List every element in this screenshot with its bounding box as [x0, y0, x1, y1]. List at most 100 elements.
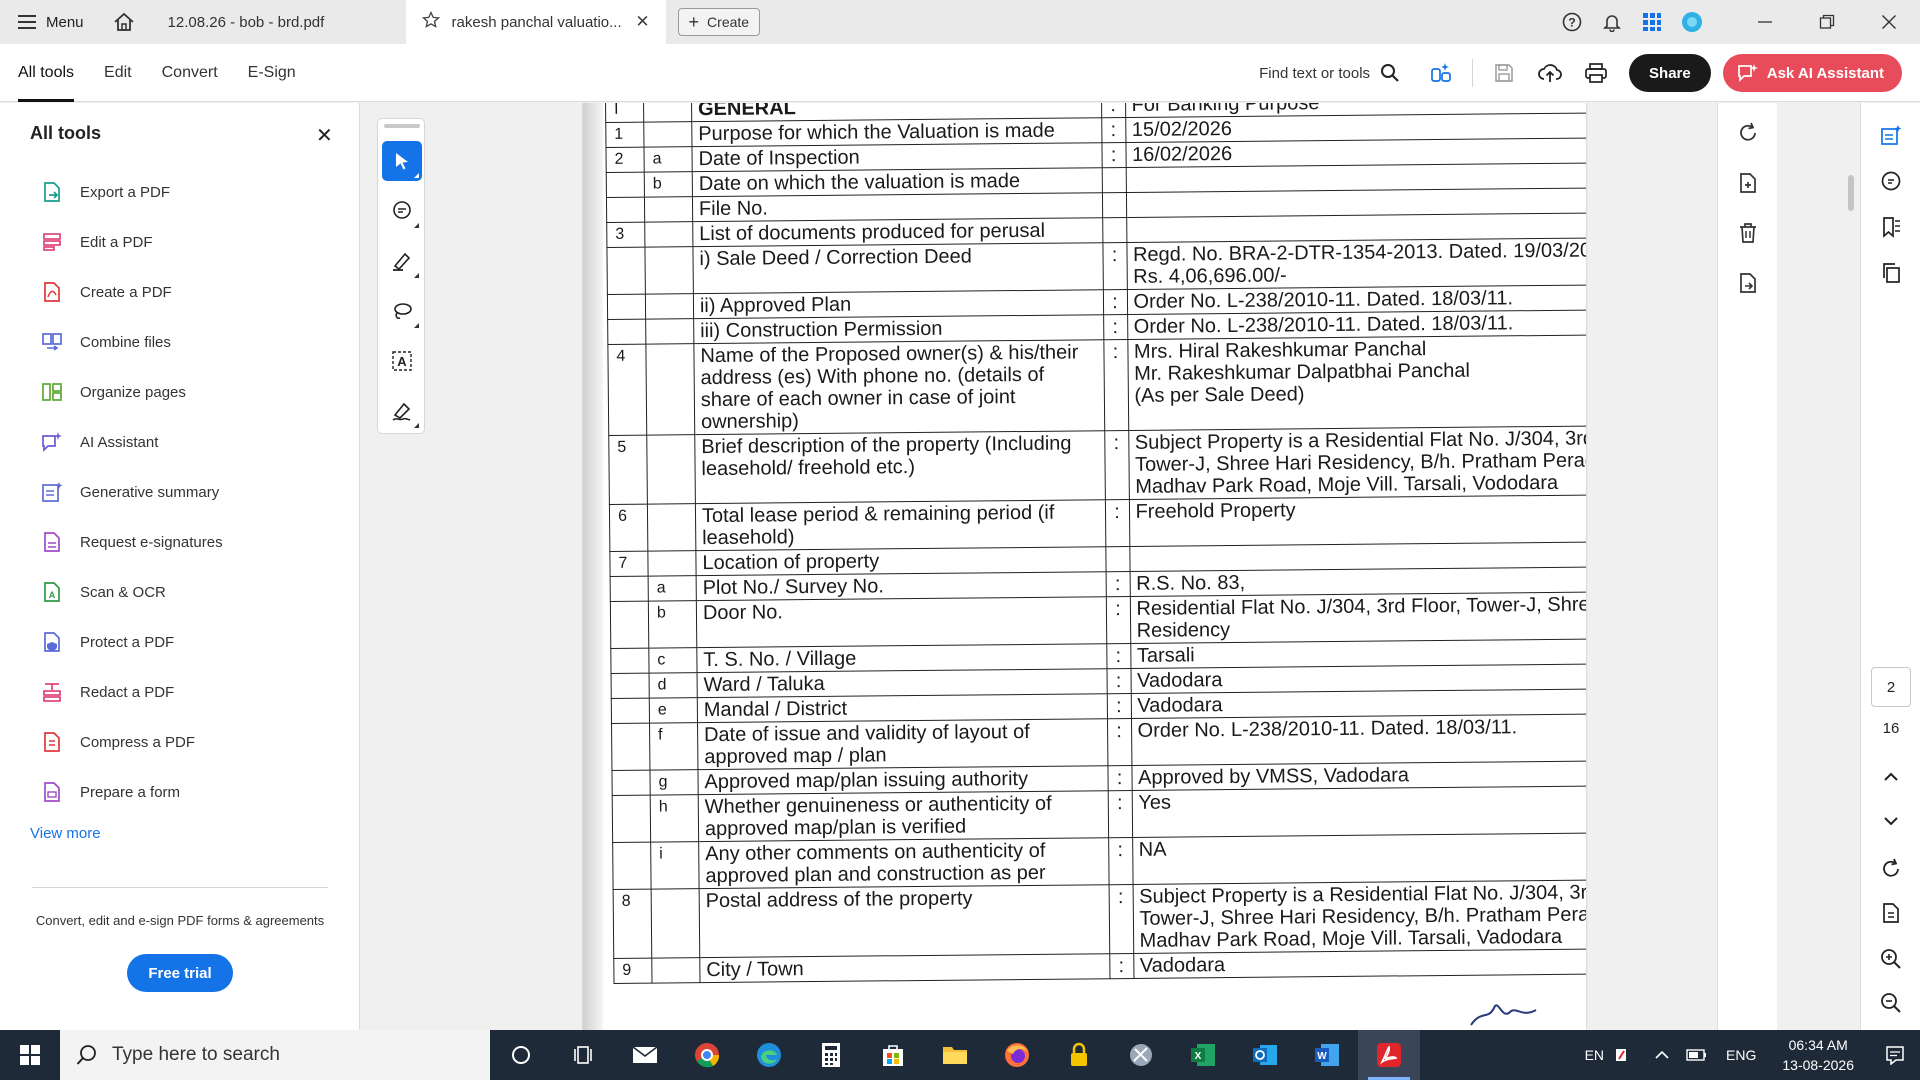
tool-create-pdf[interactable]: Create a PDF [40, 267, 223, 317]
input-language[interactable]: ENG [1726, 1047, 1756, 1063]
ai-tools-button[interactable] [1418, 44, 1464, 102]
extract-page-button[interactable] [1734, 269, 1762, 297]
search-icon [76, 1045, 96, 1065]
excel-app[interactable]: X [1172, 1030, 1234, 1080]
tool-combine-files[interactable]: Combine files [40, 317, 223, 367]
tool-compress-pdf[interactable]: Compress a PDF [40, 717, 223, 767]
help-button[interactable]: ? [1552, 0, 1592, 44]
next-page-button[interactable] [1877, 807, 1905, 835]
highlight-tool-button[interactable] [382, 241, 422, 281]
view-more-link[interactable]: View more [30, 825, 101, 842]
select-tool-button[interactable] [382, 141, 422, 181]
clock[interactable]: 06:34 AM 13-08-2026 [1782, 1035, 1854, 1075]
rail-drag-handle[interactable] [384, 124, 420, 128]
tool-scan-ocr[interactable]: A Scan & OCR [40, 567, 223, 617]
store-app[interactable] [862, 1030, 924, 1080]
tool-generative-summary[interactable]: Generative summary [40, 467, 223, 517]
tab-document-1[interactable]: 12.08.26 - bob - brd.pdf [146, 0, 406, 44]
home-button[interactable] [102, 0, 146, 44]
tab-convert[interactable]: Convert [162, 44, 218, 102]
mail-app[interactable] [614, 1030, 676, 1080]
tool-protect-pdf[interactable]: Protect a PDF [40, 617, 223, 667]
task-view-button[interactable] [552, 1030, 614, 1080]
row-sub-label: e [649, 697, 698, 724]
text-tool-button[interactable]: A [382, 341, 422, 381]
save-button[interactable] [1481, 44, 1527, 102]
rotate-page-button[interactable] [1734, 119, 1762, 147]
close-panel-icon[interactable]: ✕ [316, 123, 333, 148]
tool-redact-pdf[interactable]: Redact a PDF [40, 667, 223, 717]
row-label: Any other comments on authenticity of ap… [698, 837, 1109, 889]
start-button[interactable] [0, 1030, 60, 1080]
tool-export-pdf[interactable]: Export a PDF [40, 167, 223, 217]
acrobat-app[interactable] [1358, 1030, 1420, 1080]
draw-tool-button[interactable] [382, 291, 422, 331]
row-label: Date of Inspection [691, 142, 1102, 172]
generative-summary-panel-button[interactable] [1877, 121, 1905, 149]
snipping-tool-app[interactable] [1110, 1030, 1172, 1080]
tool-organize-pages[interactable]: Organize pages [40, 367, 223, 417]
firefox-app[interactable] [986, 1030, 1048, 1080]
edge-app[interactable] [738, 1030, 800, 1080]
find-text-or-tools[interactable]: Find text or tools [1259, 63, 1400, 83]
ai-assistant-icon [1737, 64, 1758, 83]
create-button[interactable]: + Create [677, 8, 761, 36]
menu-button[interactable]: Menu [0, 0, 102, 44]
vertical-scrollbar-thumb[interactable] [1848, 175, 1854, 211]
vpn-lock-app[interactable] [1048, 1030, 1110, 1080]
row-number: 1 [605, 122, 644, 148]
previous-page-button[interactable] [1877, 763, 1905, 791]
snip-icon [1130, 1044, 1152, 1066]
refresh-button[interactable] [1877, 855, 1905, 883]
restore-button[interactable] [1796, 0, 1858, 44]
row-separator: : [1101, 142, 1126, 168]
bookmark-icon [1883, 217, 1900, 238]
current-page-input[interactable]: 2 [1871, 667, 1911, 707]
input-language-short[interactable]: EN [1585, 1047, 1604, 1063]
cortana-button[interactable] [490, 1030, 552, 1080]
restore-icon [1819, 14, 1835, 29]
close-tab-icon[interactable]: ✕ [632, 12, 654, 32]
zoom-out-button[interactable] [1877, 989, 1905, 1017]
word-app[interactable]: W [1296, 1030, 1358, 1080]
comment-tool-button[interactable] [382, 191, 422, 231]
profile-button[interactable] [1672, 0, 1712, 44]
page-fit-button[interactable] [1877, 899, 1905, 927]
notifications-button[interactable] [1592, 0, 1632, 44]
insert-page-button[interactable] [1734, 169, 1762, 197]
tab-edit[interactable]: Edit [104, 44, 132, 102]
tool-request-esignatures[interactable]: Request e-signatures [40, 517, 223, 567]
row-label: Date of issue and validity of layout of … [697, 718, 1108, 770]
file-explorer-app[interactable] [924, 1030, 986, 1080]
tool-ai-assistant[interactable]: AI Assistant [40, 417, 223, 467]
combine-files-icon [40, 330, 64, 354]
share-button[interactable]: Share [1629, 54, 1711, 92]
print-button[interactable] [1573, 44, 1619, 102]
sign-tool-button[interactable] [382, 391, 422, 431]
minimize-button[interactable] [1734, 0, 1796, 44]
tab-document-2[interactable]: rakesh panchal valuatio... ✕ [405, 0, 666, 44]
upload-cloud-button[interactable] [1527, 44, 1573, 102]
star-icon[interactable] [421, 10, 440, 33]
taskbar-search-box[interactable]: Type here to search [60, 1030, 490, 1080]
delete-page-button[interactable] [1734, 219, 1762, 247]
ask-ai-assistant-button[interactable]: Ask AI Assistant [1722, 54, 1902, 92]
outlook-app[interactable] [1234, 1030, 1296, 1080]
tab-all-tools[interactable]: All tools [18, 44, 75, 102]
thumbnails-panel-button[interactable] [1877, 259, 1905, 287]
document-canvas[interactable]: I GENERAL: For Banking Purpose 1 Purpose for… [361, 103, 1717, 1030]
apps-button[interactable] [1632, 0, 1672, 44]
bell-icon [1603, 15, 1621, 32]
chrome-app[interactable] [676, 1030, 738, 1080]
close-window-button[interactable] [1858, 0, 1920, 44]
tool-prepare-form[interactable]: Prepare a form [40, 767, 223, 817]
action-center-button[interactable] [1870, 1030, 1920, 1080]
comments-panel-button[interactable] [1877, 167, 1905, 195]
tool-edit-pdf[interactable]: Edit a PDF [40, 217, 223, 267]
free-trial-button[interactable]: Free trial [127, 954, 233, 992]
bookmarks-panel-button[interactable] [1877, 213, 1905, 241]
row-sub-label: f [649, 722, 698, 771]
calculator-app[interactable] [800, 1030, 862, 1080]
tab-esign[interactable]: E-Sign [248, 44, 296, 102]
zoom-in-button[interactable] [1877, 945, 1905, 973]
